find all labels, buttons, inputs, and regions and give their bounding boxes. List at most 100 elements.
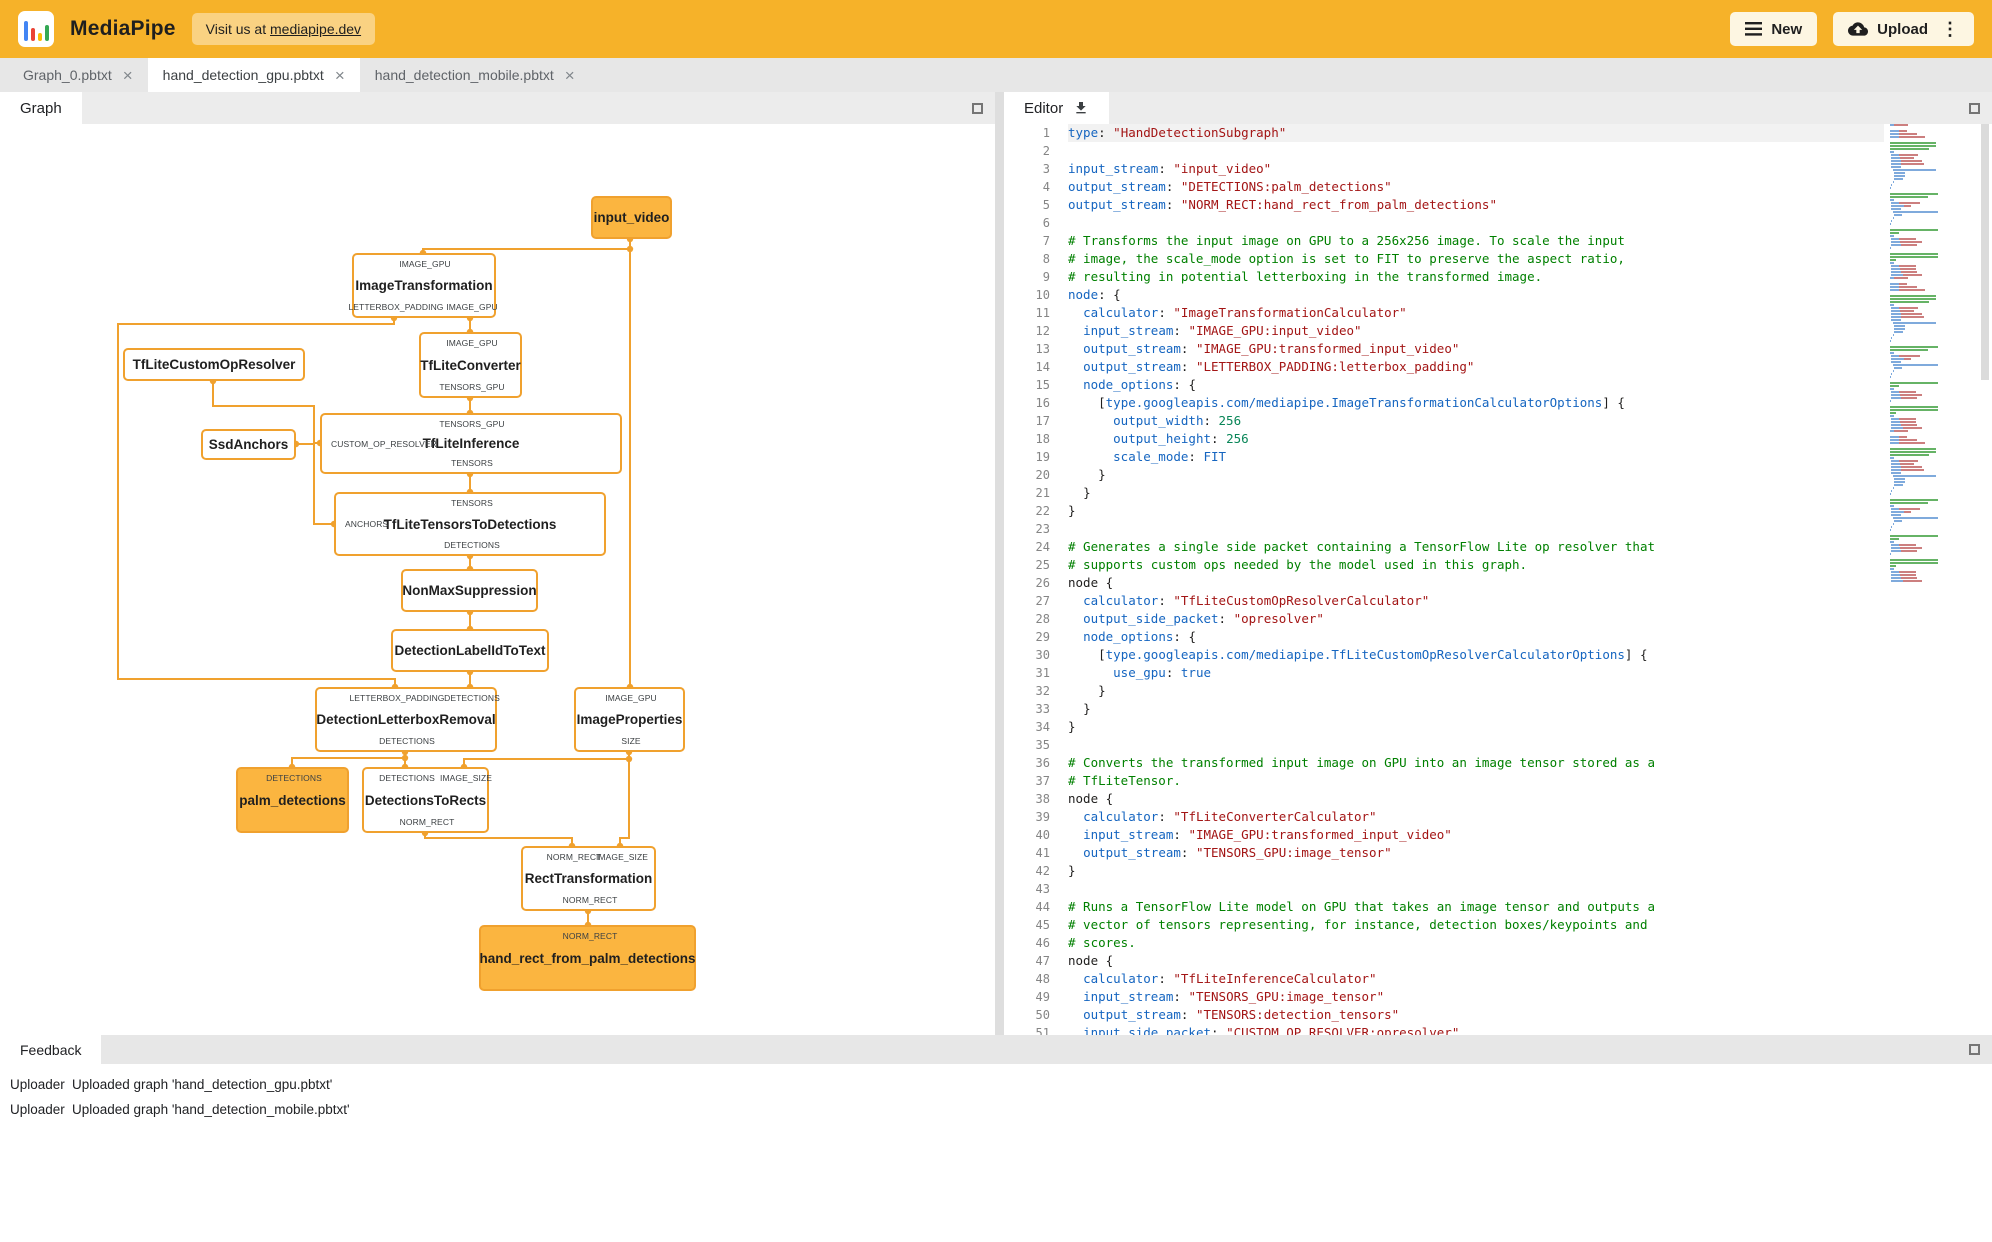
- new-button[interactable]: New: [1730, 12, 1818, 46]
- minimap-row: [1890, 448, 1978, 450]
- editor-scrollbar[interactable]: [1978, 124, 1992, 1035]
- line-number: 30: [1035, 648, 1050, 662]
- graph-maximize-icon[interactable]: [972, 102, 983, 114]
- close-tab-icon[interactable]: ×: [335, 67, 345, 84]
- code-editor[interactable]: type: "HandDetectionSubgraph" input_stre…: [1068, 124, 1884, 1035]
- graph-canvas[interactable]: input_video ImageTransformation IMAGE_GPU L…: [0, 124, 995, 1035]
- code-line: input_stream: "IMAGE_GPU:transformed_inp…: [1083, 827, 1452, 842]
- line-number: 16: [1035, 396, 1050, 410]
- graph-node-DetectionLabelIdToText[interactable]: DetectionLabelIdToText: [391, 629, 549, 672]
- feedback-maximize-icon[interactable]: [1969, 1044, 1980, 1055]
- code-line: }: [1083, 485, 1091, 500]
- code-line: output_stream: "IMAGE_GPU:transformed_in…: [1083, 341, 1460, 356]
- node-title: DetectionLabelIdToText: [394, 643, 546, 658]
- code-line: [type.googleapis.com/mediapipe.ImageTran…: [1098, 395, 1625, 410]
- minimap-row: [1890, 511, 1978, 513]
- line-number: 19: [1035, 450, 1050, 464]
- minimap-row: [1890, 169, 1978, 171]
- graph-node-ImageTransformation[interactable]: ImageTransformation IMAGE_GPU LETTERBOX_PA…: [348, 253, 498, 318]
- file-tab-2[interactable]: hand_detection_mobile.pbtxt ×: [360, 58, 590, 92]
- feedback-panel: Feedback Uploader Uploaded graph 'hand_de…: [0, 1035, 1992, 1242]
- minimap-row: [1890, 310, 1978, 312]
- minimap-row: [1890, 559, 1978, 561]
- minimap-row: [1890, 223, 1978, 225]
- graph-node-ImageProperties[interactable]: ImageProperties IMAGE_GPU SIZE: [574, 687, 685, 752]
- file-tab-1[interactable]: hand_detection_gpu.pbtxt ×: [147, 58, 360, 92]
- minimap-row: [1890, 382, 1978, 384]
- graph-node-DetectionsToRects[interactable]: DetectionsToRects DETECTIONS IMAGE_SIZE NOR…: [362, 767, 492, 833]
- minimap-row: [1890, 538, 1978, 540]
- code-line: node_options: {: [1083, 377, 1196, 392]
- minimap-row: [1890, 397, 1978, 399]
- minimap-row: [1890, 436, 1978, 438]
- graph-node-NonMaxSuppression[interactable]: NonMaxSuppression: [401, 569, 538, 612]
- code-line: # TfLiteTensor.: [1068, 773, 1181, 788]
- code-line: }: [1068, 863, 1076, 878]
- minimap-row: [1890, 493, 1978, 495]
- feedback-log: Uploader Uploaded graph 'hand_detection_g…: [0, 1072, 1992, 1122]
- graph-node-TfLiteInference[interactable]: TfLiteInference TENSORS_GPU TENSORS CUSTOM_…: [320, 413, 622, 474]
- minimap-row: [1890, 412, 1978, 414]
- graph-node-RectTransformation[interactable]: RectTransformation NORM_RECT IMAGE_SIZE NOR…: [521, 846, 656, 911]
- line-number: 12: [1035, 324, 1050, 338]
- scrollbar-thumb[interactable]: [1981, 124, 1989, 380]
- minimap-row: [1890, 508, 1978, 510]
- minimap-row: [1890, 379, 1978, 381]
- graph-node-TfLiteConverter[interactable]: TfLiteConverter IMAGE_GPU TENSORS_GPU: [419, 332, 522, 398]
- line-number: 41: [1035, 846, 1050, 860]
- editor-minimap[interactable]: [1890, 124, 1978, 1035]
- minimap-row: [1890, 184, 1978, 186]
- close-tab-icon[interactable]: ×: [565, 67, 575, 84]
- graph-node-SsdAnchors[interactable]: SsdAnchors: [201, 429, 296, 460]
- minimap-row: [1890, 400, 1978, 402]
- line-number: 1: [1042, 126, 1050, 140]
- feedback-entry: Uploader Uploaded graph 'hand_detection_m…: [0, 1097, 1992, 1122]
- minimap-row: [1890, 577, 1978, 579]
- close-tab-icon[interactable]: ×: [123, 67, 133, 84]
- code-line: output_stream: "LETTERBOX_PADDING:letter…: [1083, 359, 1475, 374]
- code-line: output_stream: "NORM_RECT:hand_rect_from…: [1068, 197, 1497, 212]
- node-title: palm_detections: [239, 792, 346, 808]
- port-label: IMAGE_GPU: [446, 338, 498, 348]
- graph-node-palm_detections[interactable]: palm_detections DETECTIONS: [236, 767, 349, 833]
- graph-tab[interactable]: Graph: [0, 92, 82, 124]
- minimap-row: [1890, 274, 1978, 276]
- code-line: # Converts the transformed input image o…: [1068, 755, 1655, 770]
- port-dot: [625, 755, 633, 763]
- line-number: 45: [1035, 918, 1050, 932]
- minimap-row: [1890, 247, 1978, 249]
- minimap-row: [1890, 373, 1978, 375]
- minimap-row: [1890, 313, 1978, 315]
- editor-maximize-icon[interactable]: [1969, 102, 1980, 114]
- port-label: DETECTIONS: [444, 693, 500, 703]
- file-tab-label: hand_detection_gpu.pbtxt: [162, 67, 324, 83]
- mediapipe-link[interactable]: mediapipe.dev: [270, 21, 361, 37]
- minimap-row: [1890, 415, 1978, 417]
- graph-tab-label: Graph: [20, 99, 62, 117]
- minimap-row: [1890, 520, 1978, 522]
- minimap-row: [1890, 154, 1978, 156]
- line-number: 13: [1035, 342, 1050, 356]
- minimap-row: [1890, 478, 1978, 480]
- graph-node-DetectionLetterboxRemoval[interactable]: DetectionLetterboxRemoval LETTERBOX_PADDI…: [315, 687, 500, 752]
- minimap-row: [1890, 244, 1978, 246]
- download-icon[interactable]: [1073, 100, 1089, 116]
- feedback-tab[interactable]: Feedback: [0, 1035, 102, 1064]
- minimap-row: [1890, 127, 1978, 129]
- minimap-row: [1890, 307, 1978, 309]
- line-number: 8: [1042, 252, 1050, 266]
- upload-button[interactable]: Upload ⋮: [1833, 12, 1974, 46]
- graph-node-hand_rect_from_palm_detections[interactable]: hand_rect_from_palm_detections NORM_RECT: [479, 925, 696, 991]
- minimap-row: [1890, 385, 1978, 387]
- code-line: }: [1098, 467, 1106, 482]
- code-line: node {: [1068, 953, 1114, 968]
- minimap-row: [1890, 262, 1978, 264]
- node-title: NonMaxSuppression: [402, 583, 537, 598]
- upload-kebab-icon[interactable]: ⋮: [1941, 19, 1959, 40]
- editor-tab[interactable]: Editor: [1004, 92, 1110, 124]
- graph-node-TfLiteCustomOpResolver[interactable]: TfLiteCustomOpResolver: [123, 348, 305, 381]
- file-tab-0[interactable]: Graph_0.pbtxt ×: [8, 58, 148, 92]
- code-line: output_stream: "TENSORS:detection_tensor…: [1083, 1007, 1400, 1022]
- graph-node-TfLiteTensorsToDetections[interactable]: TfLiteTensorsToDetections TENSORS DETECTIO…: [334, 492, 606, 556]
- graph-node-input_video[interactable]: input_video: [591, 196, 672, 239]
